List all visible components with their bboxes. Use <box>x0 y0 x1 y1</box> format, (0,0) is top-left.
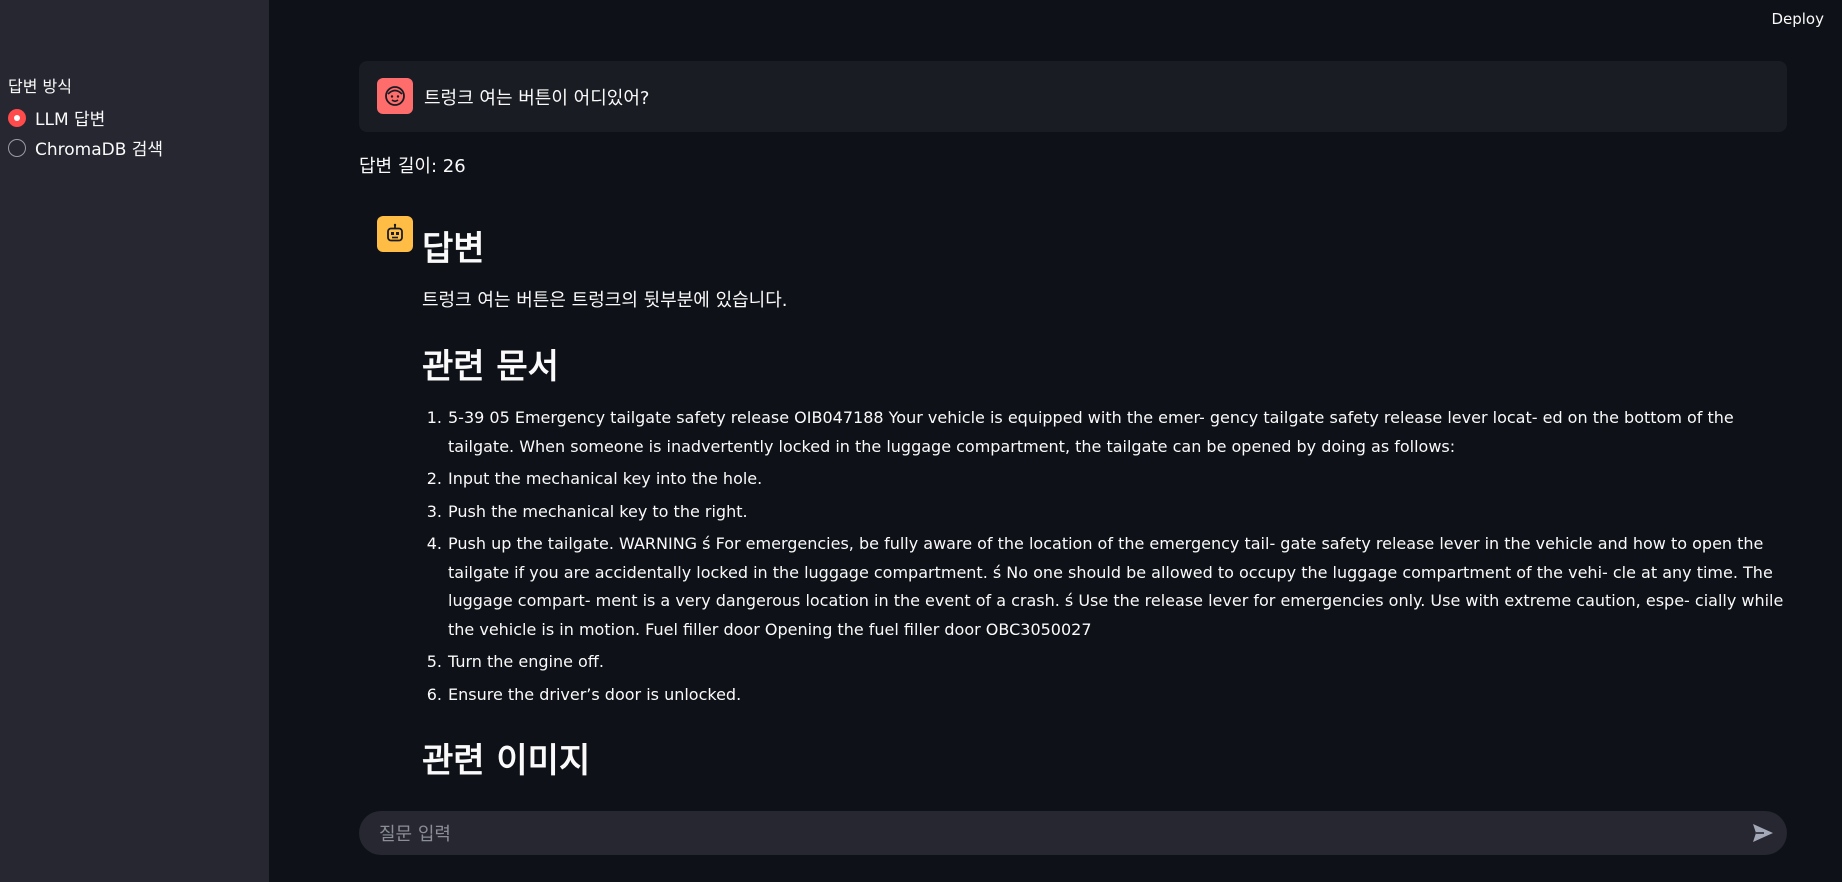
answer-length-text: 답변 길이: 26 <box>359 156 466 177</box>
user-avatar <box>377 78 413 114</box>
deploy-button[interactable]: Deploy <box>1771 10 1824 28</box>
assistant-avatar <box>377 216 413 252</box>
list-item-text: 5-39 05 Emergency tailgate safety releas… <box>448 408 1734 456</box>
list-number: 2. <box>426 469 442 488</box>
smiley-face-icon <box>385 86 405 106</box>
list-item-text: Push the mechanical key to the right. <box>448 501 748 521</box>
list-number: 1. <box>426 408 442 427</box>
list-item: 1. 5-39 05 Emergency tailgate safety rele… <box>422 404 1790 461</box>
list-item: 4. Push up the tailgate. WARNING ś For em… <box>422 530 1790 644</box>
list-number: 5. <box>426 652 442 671</box>
answer-text: 트렁크 여는 버튼은 트렁크의 뒷부분에 있습니다. <box>422 290 788 311</box>
radio-option-chromadb[interactable]: ChromaDB 검색 <box>8 135 163 160</box>
list-item: 5. Turn the engine off. <box>422 648 1790 677</box>
list-number: 3. <box>426 501 442 521</box>
related-docs-heading: 관련 문서 <box>422 347 559 387</box>
list-number: 4. <box>426 534 442 553</box>
list-item: 2. Input the mechanical key into the hole… <box>422 465 1790 494</box>
list-number: 6. <box>426 684 442 704</box>
list-item-text: Ensure the driver’s door is unlocked. <box>448 684 742 704</box>
send-arrow-icon[interactable] <box>1751 822 1775 844</box>
list-item-text: Push up the tailgate. WARNING ś For emer… <box>448 534 1784 639</box>
user-question-text: 트렁크 여는 버튼이 어디있어? <box>424 88 650 109</box>
related-images-heading: 관련 이미지 <box>422 741 591 781</box>
radio-option-label: LLM 답변 <box>35 110 106 130</box>
answer-mode-label: 답변 방식 <box>8 77 72 96</box>
user-message: 트렁크 여는 버튼이 어디있어? <box>359 61 1787 132</box>
robot-icon <box>387 223 403 242</box>
sidebar: 답변 방식 LLM 답변 ChromaDB 검색 <box>0 0 269 882</box>
question-input[interactable] <box>377 811 1721 857</box>
list-item-text: Input the mechanical key into the hole. <box>448 469 763 488</box>
radio-option-label: ChromaDB 검색 <box>35 140 164 160</box>
chat-input-bar <box>359 811 1787 857</box>
answer-heading: 답변 <box>422 229 485 269</box>
radio-unselected-icon[interactable] <box>8 138 26 157</box>
list-item: 3. Push the mechanical key to the right. <box>422 498 1790 527</box>
list-item-text: Turn the engine off. <box>448 652 604 671</box>
radio-selected-icon[interactable] <box>8 108 26 127</box>
list-item: 6. Ensure the driver’s door is unlocked. <box>422 681 1790 710</box>
radio-option-llm[interactable]: LLM 답변 <box>8 105 105 130</box>
related-docs-list: 1. 5-39 05 Emergency tailgate safety rele… <box>422 404 1790 713</box>
